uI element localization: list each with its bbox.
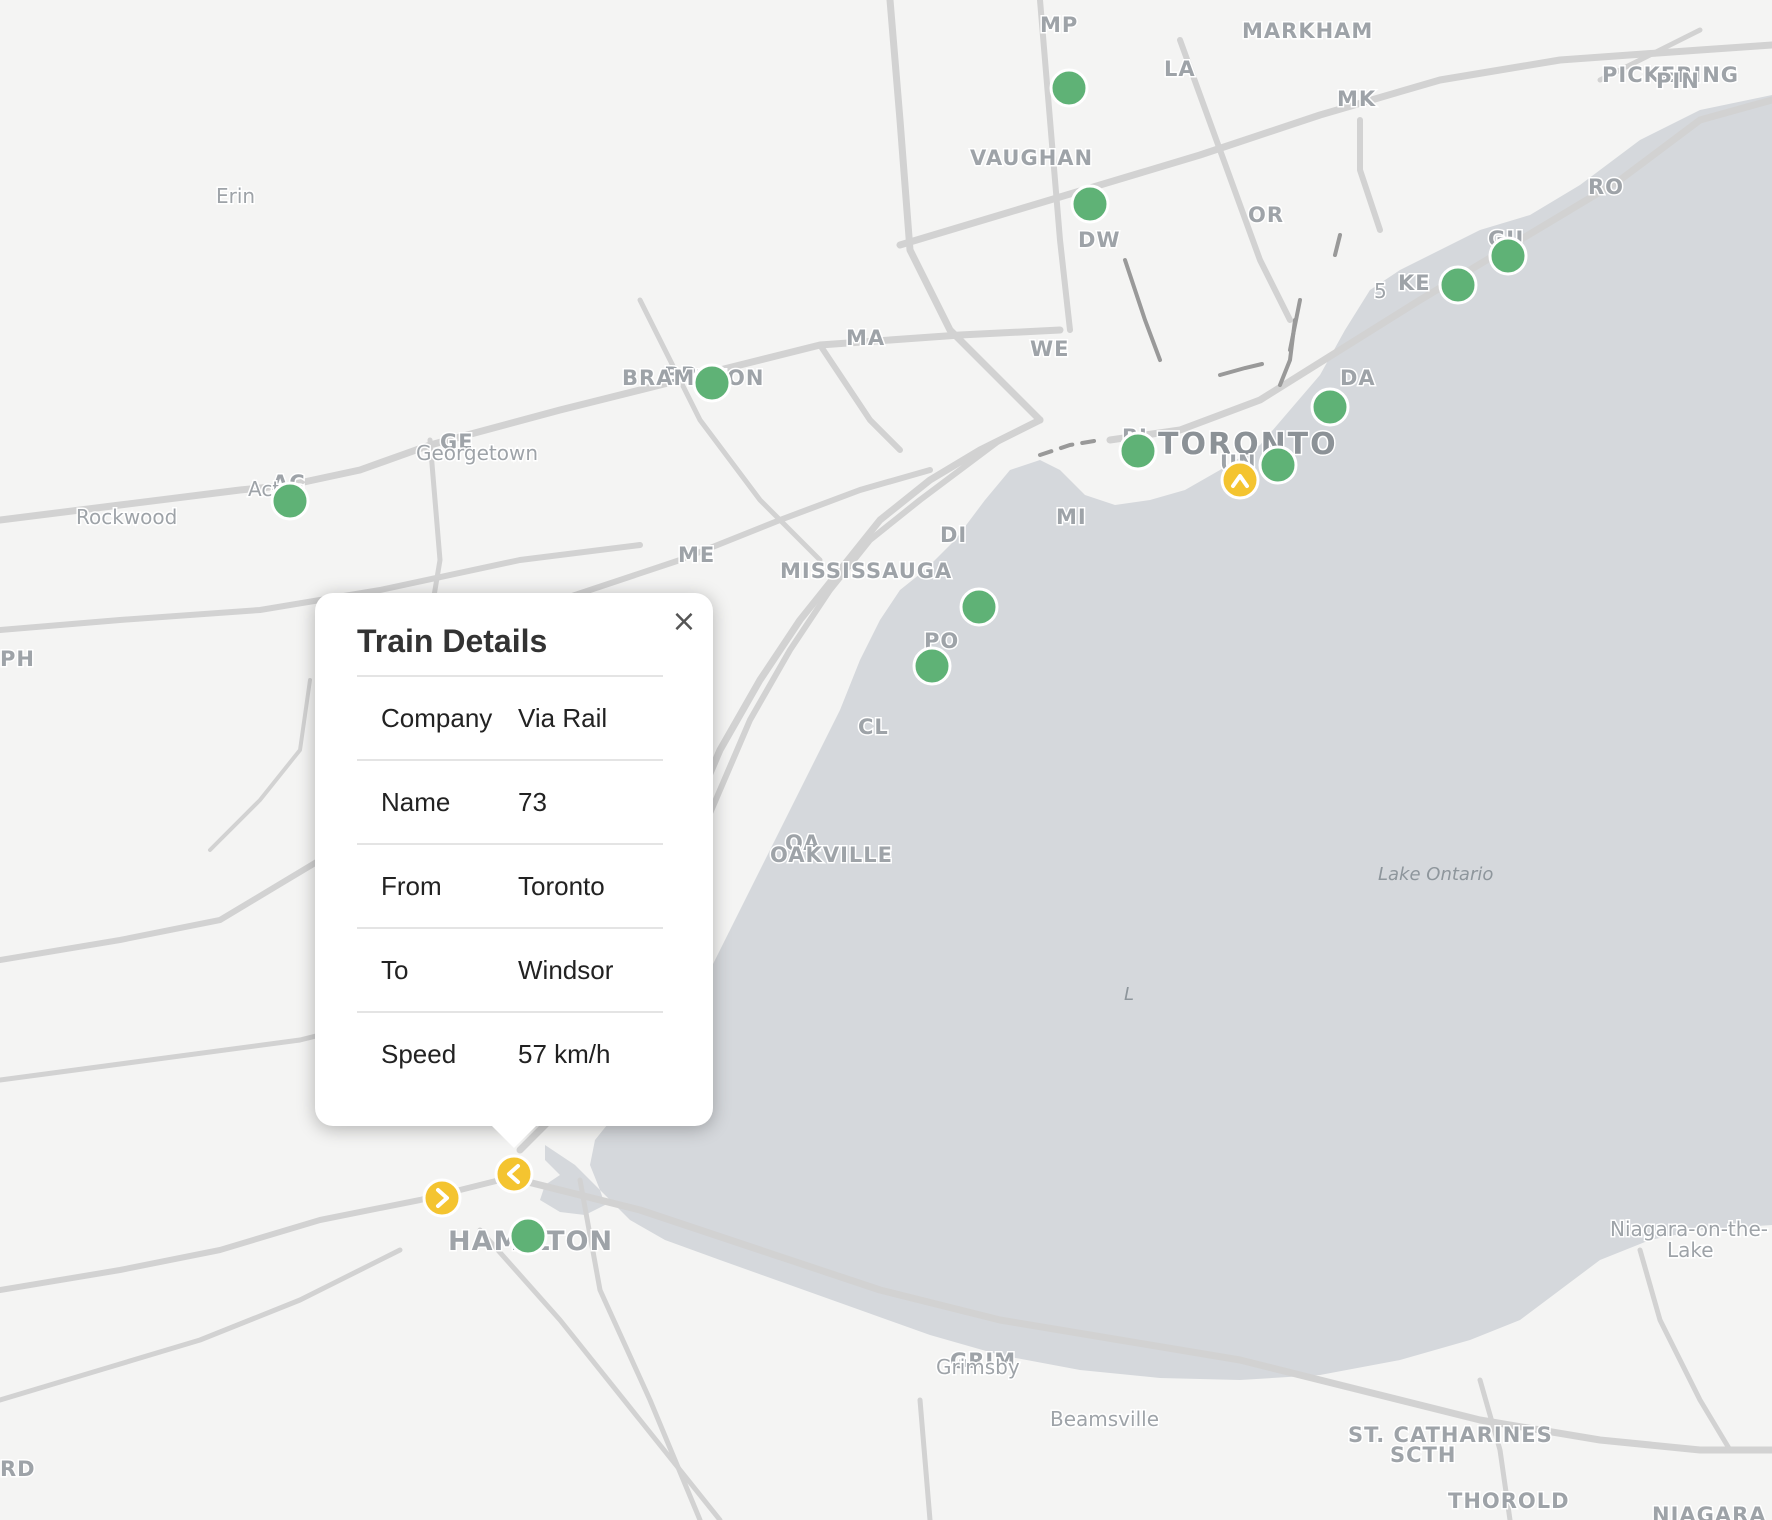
label-georgetown: Georgetown bbox=[416, 441, 538, 465]
label-thorold: THOROLD bbox=[1448, 1489, 1570, 1513]
label-oakville: OAKVILLE bbox=[770, 843, 893, 867]
details-row-to: To Windsor bbox=[357, 929, 663, 1013]
label-ro: RO bbox=[1588, 175, 1624, 199]
label-da: DA bbox=[1340, 366, 1376, 390]
details-row-name: Name 73 bbox=[357, 761, 663, 845]
label-grimsby: Grimsby bbox=[936, 1355, 1020, 1379]
station-marker[interactable] bbox=[912, 646, 952, 686]
label-mississauga: MISSISSAUGA bbox=[780, 559, 952, 583]
label-beamsville: Beamsville bbox=[1050, 1407, 1159, 1431]
details-key: Name bbox=[381, 786, 451, 817]
label-rockwood: Rockwood bbox=[76, 505, 177, 529]
label-me: ME bbox=[678, 543, 715, 567]
details-value: Windsor bbox=[518, 954, 614, 985]
popup-title: Train Details bbox=[357, 623, 548, 659]
station-marker[interactable] bbox=[1258, 445, 1298, 485]
station-marker[interactable] bbox=[692, 363, 732, 403]
label-scth: SCTH bbox=[1390, 1443, 1456, 1467]
station-marker[interactable] bbox=[959, 587, 999, 627]
label-la: LA bbox=[1164, 57, 1196, 81]
details-value: Via Rail bbox=[518, 702, 608, 733]
details-value: 73 bbox=[518, 786, 547, 817]
label-markham: MARKHAM bbox=[1242, 19, 1373, 43]
train-details-popup: × Train Details Company Via Rail Name 73… bbox=[315, 593, 713, 1148]
label-di: DI bbox=[940, 523, 967, 547]
label-niagara: NIAGARA bbox=[1652, 1503, 1767, 1520]
label-erin: Erin bbox=[216, 184, 255, 208]
map-canvas[interactable]: MP MARKHAM LA MK PICKERING PIN VAUGHAN R… bbox=[0, 0, 1772, 1520]
popup-pointer bbox=[492, 1126, 536, 1148]
details-row-company: Company Via Rail bbox=[357, 677, 663, 761]
station-marker[interactable] bbox=[270, 481, 310, 521]
details-value: 57 km/h bbox=[518, 1038, 611, 1069]
label-ke: KE bbox=[1398, 271, 1431, 295]
details-row-speed: Speed 57 km/h bbox=[357, 1013, 663, 1095]
label-mk: MK bbox=[1337, 87, 1376, 111]
details-key: Speed bbox=[381, 1038, 457, 1069]
details-key: Company bbox=[381, 702, 493, 733]
station-marker[interactable] bbox=[508, 1216, 548, 1256]
label-niagara-otl-2: Lake bbox=[1667, 1238, 1714, 1262]
details-row-from: From Toronto bbox=[357, 845, 663, 929]
map-view[interactable]: MP MARKHAM LA MK PICKERING PIN VAUGHAN R… bbox=[0, 0, 1772, 1520]
station-marker[interactable] bbox=[1488, 236, 1528, 276]
train-marker-hamilton-selected[interactable] bbox=[494, 1154, 534, 1194]
train-marker-west-hamilton[interactable] bbox=[422, 1178, 462, 1218]
details-table: Company Via Rail Name 73 From Toronto To… bbox=[357, 675, 663, 1095]
label-we: WE bbox=[1030, 337, 1070, 361]
label-ma: MA bbox=[846, 326, 885, 350]
label-hwy5: 5 bbox=[1374, 279, 1387, 303]
station-marker[interactable] bbox=[1118, 431, 1158, 471]
label-or: OR bbox=[1248, 203, 1284, 227]
station-marker[interactable] bbox=[1049, 68, 1089, 108]
label-ph: PH bbox=[0, 647, 35, 671]
label-pin: PIN bbox=[1656, 69, 1700, 93]
close-icon[interactable]: × bbox=[667, 605, 701, 639]
label-cl: CL bbox=[858, 715, 889, 739]
station-marker[interactable] bbox=[1070, 184, 1110, 224]
label-mp: MP bbox=[1040, 13, 1078, 37]
label-rd: RD bbox=[0, 1457, 36, 1481]
station-marker[interactable] bbox=[1438, 265, 1478, 305]
label-lake-ontario: Lake Ontario bbox=[1378, 864, 1493, 885]
label-mi: MI bbox=[1056, 505, 1087, 529]
label-dw: DW bbox=[1078, 228, 1121, 252]
station-marker[interactable] bbox=[1310, 387, 1350, 427]
details-value: Toronto bbox=[518, 870, 605, 901]
details-key: To bbox=[381, 954, 409, 985]
label-l-marker: L bbox=[1124, 984, 1134, 1005]
label-vaughan: VAUGHAN bbox=[970, 146, 1093, 170]
details-key: From bbox=[381, 870, 442, 901]
train-marker-toronto[interactable] bbox=[1220, 460, 1260, 500]
